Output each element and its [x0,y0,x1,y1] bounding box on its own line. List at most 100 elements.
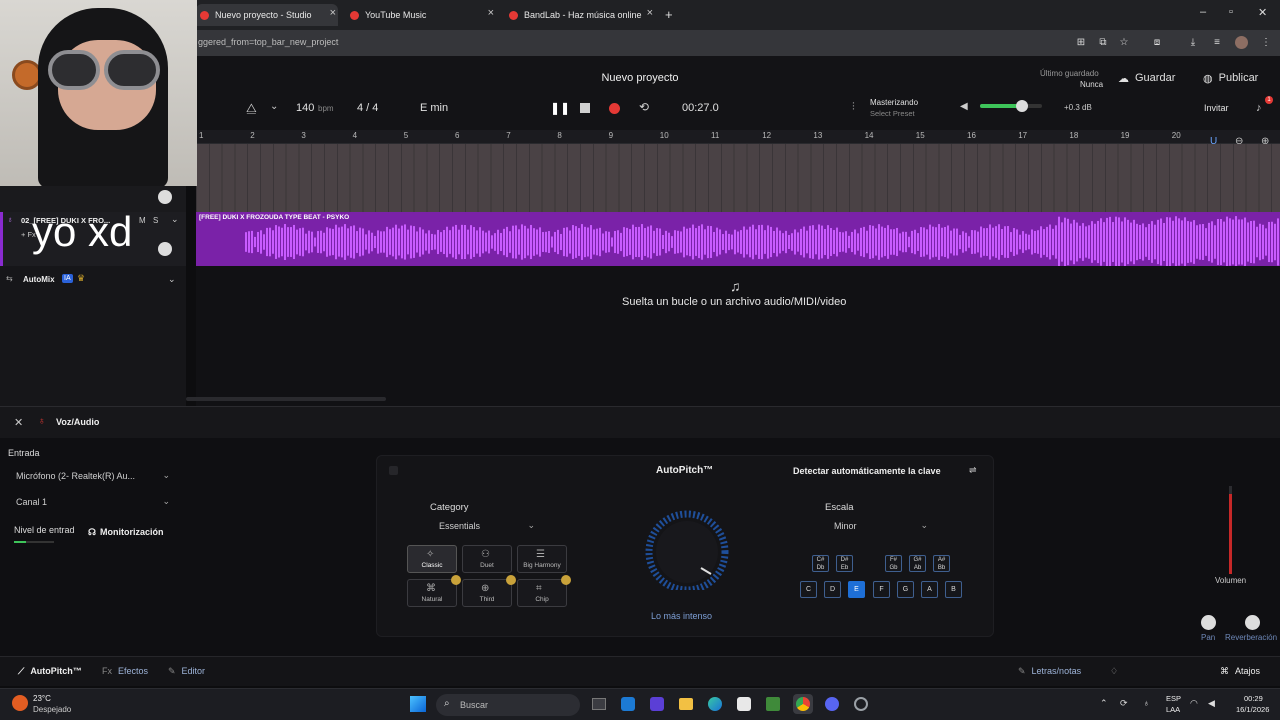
media-icon[interactable]: ≡ [1211,37,1223,49]
menu-kebab-icon[interactable]: ⋮ [1260,37,1272,49]
windows-start-icon[interactable] [410,696,426,712]
profile-avatar[interactable] [1235,36,1248,49]
stop-button[interactable] [580,103,590,113]
loop-icon[interactable]: ⟲ [639,100,649,114]
chevron-down-icon[interactable]: ⌄ [171,214,179,225]
app-icon[interactable] [854,697,868,711]
key-a[interactable]: A [921,581,938,598]
lang-primary[interactable]: ESP [1166,694,1181,703]
footer-editor-tab[interactable]: ✎ Editor [168,666,205,677]
audio-clip[interactable]: [FREE] DUKI X FROZOUDA TYPE BEAT - PSYKO [196,212,1280,266]
volume-icon[interactable]: ◀ [1208,698,1215,709]
tab-studio[interactable]: Nuevo proyecto - Studio × [196,4,338,26]
solo-button[interactable]: S [153,216,158,225]
clock-date[interactable]: 16/1/2026 [1236,705,1269,714]
pan-knob[interactable] [158,242,172,256]
track-header-automix[interactable]: ⇆ AutoMix IA ♛ ⌄ [0,268,186,292]
key-signature[interactable]: E min [420,102,448,114]
close-window-icon[interactable]: ✕ [1258,6,1267,19]
tab-youtube-music[interactable]: YouTube Music × [346,4,496,26]
key-d-sharp[interactable]: D# Eb [836,555,853,572]
metronome-icon[interactable]: ⧋ [246,101,257,116]
mastering-preset[interactable]: Select Preset [870,109,915,118]
volume-knob[interactable] [1016,100,1028,112]
new-tab-icon[interactable]: + [665,7,673,22]
mute-button[interactable]: M [139,216,146,225]
bookmark-star-icon[interactable]: ☆ [1118,37,1130,49]
key-a-sharp[interactable]: A# Bb [933,555,950,572]
tempo-value[interactable]: 140 [296,102,314,114]
task-view-icon[interactable] [592,698,606,710]
key-f-sharp[interactable]: F# Gb [885,555,902,572]
speaker-icon[interactable]: ◀ [960,101,968,112]
pause-button[interactable]: ❚❚ [550,101,570,115]
translate-icon[interactable]: ⊞ [1075,37,1087,49]
key-g-sharp[interactable]: G# Ab [909,555,926,572]
discord-icon[interactable] [825,697,839,711]
invite-button[interactable]: Invitar [1204,103,1229,113]
record-button[interactable] [609,103,620,114]
extensions-icon[interactable]: ⧈ [1151,37,1163,49]
store-icon[interactable] [737,697,751,711]
close-tab-icon[interactable]: × [647,7,653,19]
master-volume-slider[interactable] [980,104,1042,108]
pan-knob[interactable] [158,190,172,204]
monitoring-button[interactable]: ☊ Monitorización [88,527,164,538]
input-device-select[interactable]: Micrófono (2- Realtek(R) Au... ⌄ [16,470,170,484]
preset-third[interactable]: ⊕ Third [462,575,516,607]
key-c[interactable]: C [800,581,817,598]
publish-button[interactable]: ◍ Publicar [1203,72,1258,85]
close-tab-icon[interactable]: × [330,7,336,19]
key-c-sharp[interactable]: C# Db [812,555,829,572]
tray-sync-icon[interactable]: ⟳ [1120,698,1128,709]
download-icon[interactable]: ⤓ [1187,37,1199,49]
drop-zone[interactable]: ♫ Suelta un bucle o un archivo audio/MID… [196,266,1280,406]
timeline-ruler[interactable]: 1 2 3 4 5 6 7 8 9 10 11 12 13 14 15 16 17 18 19 20 [196,130,1280,144]
mastering-label[interactable]: Masterizando [870,98,918,107]
bell-icon[interactable]: ♪ [1256,102,1262,114]
lyrics-notes-button[interactable]: ✎ Letras/notas [1018,666,1081,677]
pan-knob[interactable] [1201,615,1216,630]
close-tab-icon[interactable]: × [488,7,494,19]
cast-icon[interactable]: ⧉ [1097,37,1109,49]
taskbar-search[interactable]: ⌕ Buscar [436,694,580,716]
mixer-icon[interactable]: ⫶ [852,101,855,114]
key-g[interactable]: G [897,581,914,598]
minecraft-icon[interactable] [766,697,780,711]
wifi-icon[interactable]: ◠ [1190,698,1198,709]
settings-sliders-icon[interactable]: ⇌ [969,465,977,476]
url-text[interactable]: ggered_from=top_bar_new_project [198,37,338,47]
lang-secondary[interactable]: LAA [1166,705,1180,714]
key-d[interactable]: D [824,581,841,598]
key-b[interactable]: B [945,581,962,598]
category-select[interactable]: Essentials ⌄ [439,520,535,532]
project-title[interactable]: Nuevo proyecto [560,72,720,84]
preset-classic[interactable]: ✧ Classic [407,545,457,573]
volume-fader[interactable] [1229,486,1232,574]
tuner-icon[interactable]: ♢ [1110,666,1118,677]
scale-select[interactable]: Minor ⌄ [834,520,928,532]
track-lane-empty[interactable] [196,144,1280,212]
tray-chevron-icon[interactable]: ⌃ [1100,698,1108,709]
power-toggle[interactable] [389,466,398,475]
chevron-down-icon[interactable]: ⌄ [270,101,278,112]
chevron-down-icon[interactable]: ⌄ [168,274,176,285]
tab-bandlab[interactable]: BandLab - Haz música online × [505,4,655,26]
detect-key-button[interactable]: Detectar automáticamente la clave [793,466,941,476]
minimize-icon[interactable]: – [1200,6,1206,18]
time-signature[interactable]: 4 / 4 [357,102,378,114]
shortcuts-button[interactable]: ⌘ Atajos [1220,666,1260,677]
reverb-knob[interactable] [1245,615,1260,630]
key-e[interactable]: E [848,581,865,598]
intensity-knob[interactable] [631,504,747,590]
preset-natural[interactable]: ⌘ Natural [407,575,461,607]
file-explorer-icon[interactable] [679,698,693,710]
footer-autopitch-tab[interactable]: ⟋ AutoPitch™ [18,666,82,677]
horizontal-scrollbar[interactable] [186,397,386,401]
key-f[interactable]: F [873,581,890,598]
preset-duet[interactable]: ⚇ Duet [462,545,512,573]
clock-time[interactable]: 00:29 [1244,694,1263,703]
tray-mic-icon[interactable]: ♁ [1143,698,1150,708]
channel-select[interactable]: Canal 1 ⌄ [16,496,170,510]
save-button[interactable]: ☁ Guardar [1118,72,1175,85]
